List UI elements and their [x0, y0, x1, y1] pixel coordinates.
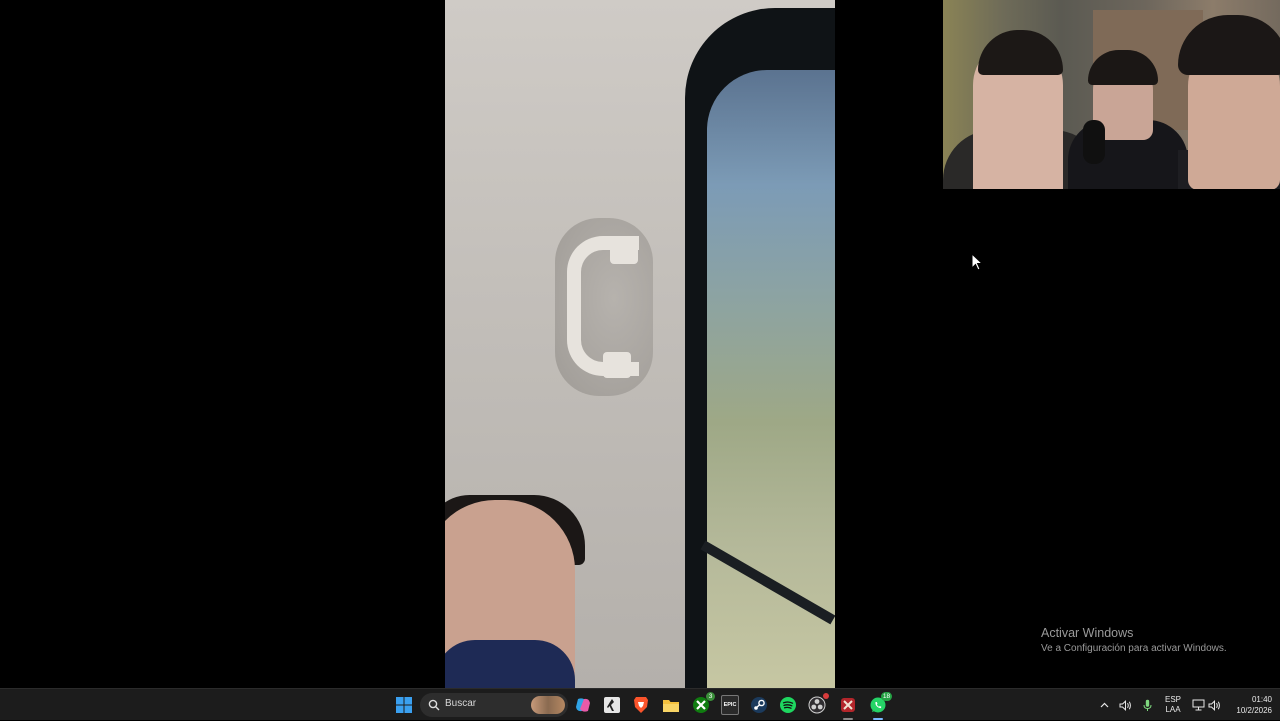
volume-icon	[1208, 699, 1220, 711]
volume-tray-button[interactable]	[1117, 689, 1133, 721]
activation-title: Activar Windows	[1041, 626, 1134, 640]
spotify-icon	[780, 697, 796, 713]
clock-time: 01:40	[1251, 695, 1272, 704]
run-app-button[interactable]	[601, 694, 623, 716]
game-button[interactable]	[837, 694, 859, 720]
sound-tray-button[interactable]	[1206, 689, 1222, 721]
start-icon	[396, 697, 412, 713]
search-box[interactable]: Buscar	[420, 693, 568, 717]
copilot-button[interactable]	[572, 694, 594, 716]
file-explorer-icon	[663, 700, 679, 712]
car-window-glass	[707, 70, 835, 688]
grab-handle-bottom	[603, 352, 631, 378]
mouse-cursor-icon	[971, 253, 983, 271]
keyboard-layout-code: LAA	[1165, 705, 1181, 714]
webcam-overlay	[943, 0, 1280, 189]
xbox-button[interactable]: 3	[690, 692, 715, 716]
language-indicator[interactable]: ESP LAA	[1160, 689, 1186, 721]
spotify-button[interactable]	[777, 694, 799, 716]
brave-browser-icon	[634, 697, 648, 713]
language-code: ESP	[1164, 695, 1181, 704]
epic-games-button[interactable]: EPIC	[719, 694, 741, 716]
run-app-icon	[604, 697, 620, 713]
whatsapp-button[interactable]: 18	[867, 692, 892, 720]
steam-button[interactable]	[748, 694, 770, 716]
show-hidden-icons-button[interactable]	[1097, 689, 1111, 721]
epic-games-label: EPIC	[723, 702, 737, 708]
search-label: Buscar	[445, 698, 477, 709]
microphone	[1083, 120, 1105, 164]
epic-games-icon: EPIC	[721, 695, 739, 715]
clock[interactable]: 01:40 10/2/2026	[1226, 689, 1272, 721]
obs-icon	[808, 696, 826, 714]
activation-subtitle: Ve a Configuración para activar Windows.	[1041, 643, 1227, 654]
brave-browser-button[interactable]	[630, 694, 652, 716]
search-highlight-image	[531, 696, 565, 714]
steam-icon	[751, 697, 767, 713]
obs-recording-dot	[823, 693, 829, 699]
grab-handle-top	[610, 236, 638, 264]
obs-button[interactable]	[806, 693, 829, 716]
person-left-hair	[978, 30, 1063, 75]
video-player[interactable]	[445, 0, 835, 688]
speaker-icon	[1119, 699, 1131, 711]
microphone-tray-button[interactable]	[1140, 689, 1154, 721]
copilot-icon	[576, 698, 590, 712]
chevron-up-icon	[1100, 702, 1108, 708]
file-explorer-button[interactable]	[660, 694, 682, 716]
taskbar: Buscar 3 EPIC 18 ESP LAA 01:40 10/2/2026	[0, 688, 1280, 720]
network-tray-button[interactable]	[1190, 689, 1206, 721]
search-icon	[428, 699, 440, 711]
xbox-badge: 3	[706, 692, 715, 701]
activation-watermark: Activar Windows Ve a Configuración para …	[1041, 625, 1227, 656]
game-icon	[841, 698, 855, 712]
microphone-icon	[1143, 699, 1151, 711]
network-icon	[1192, 699, 1204, 711]
whatsapp-badge: 18	[881, 692, 892, 701]
person-shirt	[445, 640, 575, 688]
start-button[interactable]	[393, 694, 415, 716]
clock-date: 10/2/2026	[1236, 706, 1272, 715]
